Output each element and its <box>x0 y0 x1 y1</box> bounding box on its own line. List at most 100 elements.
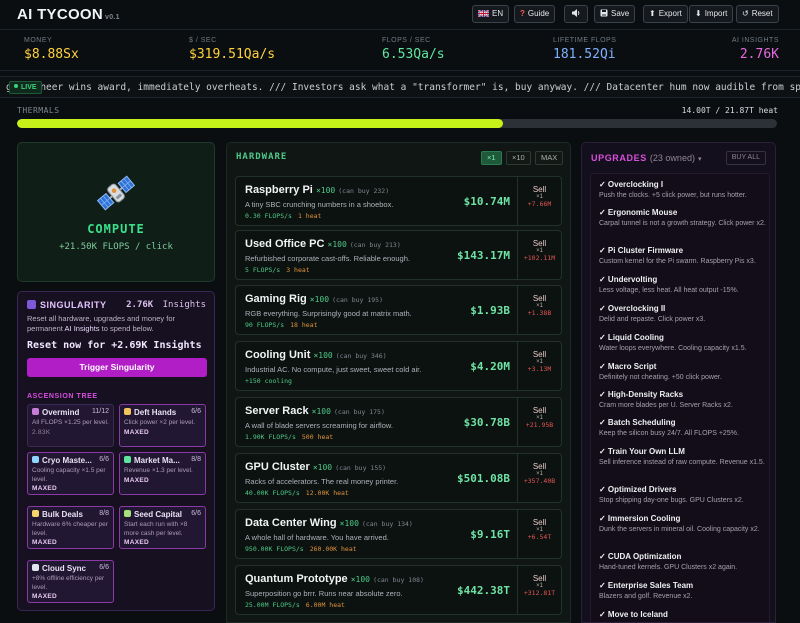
hardware-card[interactable]: Raspberry Pi ×100 (can buy 232) A tiny SB… <box>235 176 562 226</box>
tag-icon <box>32 510 39 517</box>
hardware-owned-count: ×100 <box>315 186 336 195</box>
upgrade-item[interactable]: ✓ Pi Cluster Firmware Custom kernel for t… <box>599 246 767 267</box>
multiplier-x1-button[interactable]: ×1 <box>481 151 502 165</box>
buy-all-button[interactable]: BUY ALL <box>725 151 766 165</box>
export-button[interactable]: ⬆ Export <box>643 5 688 23</box>
save-icon <box>600 6 608 22</box>
upgrade-desc: Dunk the servers in mineral oil. Cooling… <box>599 526 760 533</box>
stat-value: $8.88Sx <box>24 47 79 62</box>
export-icon: ⬆ <box>649 9 656 18</box>
sell-value: +312.81T <box>523 589 556 597</box>
stat-money-per-sec: $ / SEC $319.51Qa/s <box>189 37 275 62</box>
sell-button[interactable]: Sell ×1 +6.54T <box>517 510 561 558</box>
hardware-card[interactable]: Used Office PC ×100 (can buy 213) Refurbi… <box>235 230 562 280</box>
ascension-node-cloud-sync[interactable]: Cloud Sync 6/6 +8% offline efficiency pe… <box>27 560 114 603</box>
upgrade-item[interactable]: ✓ Enterprise Sales Team Blazers and golf.… <box>599 581 767 602</box>
hardware-card[interactable]: GPU Cluster ×100 (can buy 155) Racks of a… <box>235 453 562 503</box>
upgrade-item[interactable]: ✓ Move to Iceland <box>599 610 767 621</box>
hardware-card[interactable]: Quantum Prototype ×100 (can buy 108) Supe… <box>235 565 562 615</box>
hardware-stats: 90 FLOPS/s 18 heat <box>245 321 318 329</box>
upgrade-name: ✓ Move to Iceland <box>599 610 668 619</box>
sell-value: +7.66M <box>527 200 552 208</box>
hardware-desc: Superposition go brrr. Runs near absolut… <box>245 589 403 598</box>
hand-icon <box>124 408 131 415</box>
sell-button[interactable]: Sell ×1 +1.38B <box>517 286 561 334</box>
hardware-card[interactable]: Data Center Wing ×100 (can buy 134) A who… <box>235 509 562 559</box>
hardware-stats: 5 FLOPS/s 3 heat <box>245 266 310 274</box>
hardware-desc: A wall of blade servers screaming for ai… <box>245 421 393 430</box>
hardware-desc: Refurbished corporate cast-offs. Reliabl… <box>245 254 410 263</box>
node-cost: 2.83K <box>32 428 51 436</box>
thermals-bar <box>17 119 777 128</box>
upgrade-item[interactable]: ✓ Macro Script Definitely not cheating. +… <box>599 362 767 383</box>
ascension-node-overmind[interactable]: Overmind 11/12 All FLOPS ×1.25 per level… <box>27 404 114 447</box>
node-name: Market Ma... <box>134 456 180 465</box>
language-button[interactable]: EN <box>472 5 510 23</box>
hardware-name: Data Center Wing ×100 (can buy 134) <box>245 517 413 529</box>
chevron-down-icon[interactable]: ▾ <box>698 156 702 163</box>
hardware-desc: A whole hall of hardware. You have arriv… <box>245 533 389 542</box>
upgrade-item[interactable]: ✓ Ergonomic Mouse Carpal tunnel is not a … <box>599 208 767 229</box>
sell-button[interactable]: Sell ×1 +312.81T <box>517 566 561 614</box>
ascension-node-bulk-deals[interactable]: Bulk Deals 8/8 Hardware 6% cheaper per l… <box>27 506 114 549</box>
hardware-card[interactable]: Cooling Unit ×100 (can buy 346) Industria… <box>235 341 562 391</box>
multiplier-max-button[interactable]: MAX <box>535 151 564 165</box>
upgrade-item[interactable]: ✓ Overclocking I Push the clocks. +5 clic… <box>599 180 767 201</box>
node-name: Seed Capital <box>134 510 183 519</box>
satellite-icon <box>94 171 138 218</box>
multiplier-x10-button[interactable]: ×10 <box>506 151 531 165</box>
node-name: Overmind <box>42 408 80 417</box>
upgrade-item[interactable]: ✓ Train Your Own LLM Sell inference inste… <box>599 447 767 468</box>
sell-button[interactable]: Sell ×1 +21.95B <box>517 398 561 446</box>
import-button[interactable]: ⬇ Import <box>689 5 734 23</box>
sell-button[interactable]: Sell ×1 +102.11M <box>517 231 561 279</box>
reset-button[interactable]: ↺ Reset <box>736 5 779 23</box>
ascension-node-cryo-master[interactable]: Cryo Maste... 6/6 Cooling capacity ×1.5 … <box>27 452 114 495</box>
node-status: MAXED <box>124 428 149 436</box>
upgrade-item[interactable]: ✓ Optimized Drivers Stop shipping day-one… <box>599 485 767 506</box>
hardware-heat: 12.00K heat <box>305 489 349 497</box>
upgrade-name: ✓ Overclocking II <box>599 304 666 313</box>
ascension-node-market-master[interactable]: Market Ma... 8/8 Revenue ×1.3 per level.… <box>119 452 206 495</box>
trigger-singularity-button[interactable]: Trigger Singularity <box>27 358 207 377</box>
upgrade-desc: Hand-tuned kernels. GPU Clusters x2 agai… <box>599 564 738 571</box>
sound-toggle-button[interactable] <box>564 5 588 23</box>
upgrade-item[interactable]: ✓ Batch Scheduling Keep the silicon busy … <box>599 418 767 439</box>
upgrade-item[interactable]: ✓ Immersion Cooling Dunk the servers in m… <box>599 514 767 535</box>
stat-value: 2.76K <box>739 47 779 62</box>
sell-button[interactable]: Sell ×1 +7.66M <box>517 177 561 225</box>
hardware-card[interactable]: Gaming Rig ×100 (can buy 195) RGB everyth… <box>235 285 562 335</box>
upgrade-name: ✓ Batch Scheduling <box>599 418 676 427</box>
upgrade-item[interactable]: ✓ Undervolting Less voltage, less heat. A… <box>599 275 767 296</box>
hardware-card[interactable]: Server Rack ×100 (can buy 175) A wall of … <box>235 397 562 447</box>
sell-button[interactable]: Sell ×1 +3.13M <box>517 342 561 390</box>
hardware-desc: Industrial AC. No compute, just sweet, s… <box>245 365 422 374</box>
node-level: 11/12 <box>92 408 109 415</box>
save-button[interactable]: Save <box>594 5 636 23</box>
sell-label: Sell <box>532 239 547 248</box>
node-name: Bulk Deals <box>42 510 83 519</box>
seedling-icon <box>124 510 131 517</box>
singularity-insights: 2.76K Insights <box>126 300 206 310</box>
compute-button[interactable]: COMPUTE +21.50K FLOPS / click <box>17 142 215 282</box>
sell-label: Sell <box>532 294 547 303</box>
upgrade-item[interactable]: ✓ High-Density Racks Cram more blades per… <box>599 390 767 411</box>
guide-button[interactable]: ? Guide <box>514 5 556 23</box>
upgrade-item[interactable]: ✓ CUDA Optimization Hand-tuned kernels. G… <box>599 552 767 573</box>
news-ticker: g engineer wins award, immediately overh… <box>0 76 800 98</box>
upgrade-item[interactable]: ✓ Overclocking II Delid and repaste. Clic… <box>599 304 767 325</box>
sell-button[interactable]: Sell ×1 +357.40B <box>517 454 561 502</box>
upgrade-item[interactable]: ✓ Liquid Cooling Water loops everywhere. … <box>599 333 767 354</box>
upgrade-name: ✓ Pi Cluster Firmware <box>599 246 684 255</box>
upgrade-desc: Carpal tunnel is not a growth strategy. … <box>599 220 766 227</box>
ascension-node-deft-hands[interactable]: Deft Hands 6/6 Click power ×2 per level.… <box>119 404 206 447</box>
version-label: v0.1 <box>105 14 120 21</box>
hardware-can-buy: (can buy 213) <box>349 241 401 249</box>
upgrade-desc: Cram more blades per U. Server Racks x2. <box>599 402 733 409</box>
node-name: Cloud Sync <box>42 564 87 573</box>
hardware-price: $4.20M <box>470 360 510 373</box>
stat-lifetime-flops: LIFETIME FLOPS 181.52Qi <box>553 37 616 62</box>
hardware-panel: HARDWARE ×1 ×10 MAX Raspberry Pi ×100 (c… <box>226 142 571 623</box>
ascension-node-seed-capital[interactable]: Seed Capital 6/6 Start each run with ×8 … <box>119 506 206 549</box>
upgrade-name: ✓ Enterprise Sales Team <box>599 581 694 590</box>
